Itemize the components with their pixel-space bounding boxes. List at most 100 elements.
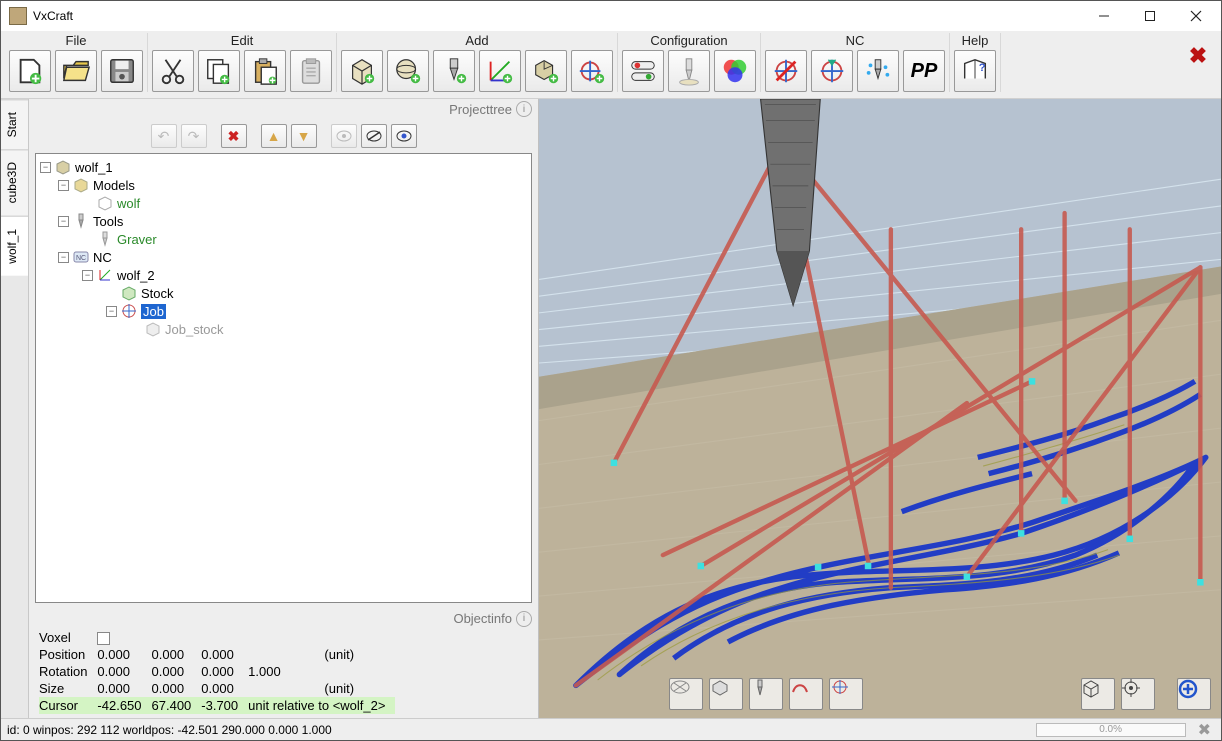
move-up-button[interactable]: ▲ — [261, 124, 287, 148]
nc-simulate-button[interactable] — [857, 50, 899, 92]
expand-toggle[interactable]: − — [82, 270, 93, 281]
paste-button[interactable] — [244, 50, 286, 92]
position-z: 0.000 — [201, 646, 248, 663]
nc-folder-icon: NC — [73, 249, 89, 265]
size-label: Size — [39, 680, 97, 697]
vshow-tool-button[interactable] — [749, 678, 783, 710]
visibility-show-button[interactable] — [391, 124, 417, 148]
move-down-button[interactable]: ▼ — [291, 124, 317, 148]
copy-button[interactable] — [198, 50, 240, 92]
cursor-x: -42.650 — [97, 697, 151, 714]
add-job-button[interactable] — [571, 50, 613, 92]
cursor-note: unit relative to <wolf_2> — [248, 697, 395, 714]
view-box-button[interactable] — [1081, 678, 1115, 710]
position-unit: (unit) — [324, 646, 395, 663]
position-x: 0.000 — [97, 646, 151, 663]
voxel-label: Voxel — [39, 629, 97, 646]
tree-toolbar: ↶ ↷ ✖ ▲ ▼ — [29, 119, 538, 153]
tree-model-wolf[interactable]: wolf — [117, 196, 140, 211]
size-unit: (unit) — [324, 680, 395, 697]
status-text: id: 0 winpos: 292 112 worldpos: -42.501 … — [7, 723, 332, 737]
settings-button[interactable] — [622, 50, 664, 92]
file-new-button[interactable] — [9, 50, 51, 92]
tree-tools-label[interactable]: Tools — [93, 214, 123, 229]
expand-toggle[interactable]: − — [58, 252, 69, 263]
undo-button[interactable]: ↶ — [151, 124, 177, 148]
vshow-path-button[interactable] — [789, 678, 823, 710]
vtab-cube3d[interactable]: cube3D — [1, 149, 28, 215]
tree-stock-label[interactable]: Stock — [141, 286, 174, 301]
jobstock-icon — [145, 321, 161, 337]
nc-target-add-button[interactable] — [811, 50, 853, 92]
cursor-z: -3.700 — [201, 697, 248, 714]
size-y: 0.000 — [152, 680, 202, 697]
tools-folder-icon — [73, 213, 89, 229]
add-box-button[interactable] — [341, 50, 383, 92]
add-axis-button[interactable] — [479, 50, 521, 92]
cut-button[interactable] — [152, 50, 194, 92]
cursor-label: Cursor — [39, 697, 97, 714]
viewport-toolbar — [669, 678, 1211, 710]
tree-nc-wolf2[interactable]: wolf_2 — [117, 268, 155, 283]
voxel-checkbox[interactable] — [97, 632, 110, 645]
status-close-button[interactable]: ✖ — [1194, 720, 1215, 740]
project-tree[interactable]: − wolf_1 − Models wolf − Tools — [35, 153, 532, 603]
job-icon — [121, 303, 137, 319]
tree-tool-graver[interactable]: Graver — [117, 232, 157, 247]
tree-root-label[interactable]: wolf_1 — [75, 160, 113, 175]
progress-value: 0.0% — [1099, 724, 1122, 735]
vshow-mesh-button[interactable] — [669, 678, 703, 710]
tree-models-label[interactable]: Models — [93, 178, 135, 193]
file-open-button[interactable] — [55, 50, 97, 92]
redo-button[interactable]: ↷ — [181, 124, 207, 148]
expand-toggle[interactable]: − — [106, 306, 117, 317]
vtab-start[interactable]: Start — [1, 99, 28, 149]
vtab-wolf1[interactable]: wolf_1 — [1, 216, 28, 276]
view-zoom-fit-button[interactable] — [1177, 678, 1211, 710]
delete-node-button[interactable]: ✖ — [221, 124, 247, 148]
app-icon — [9, 7, 27, 25]
visibility-ghost-button[interactable] — [331, 124, 357, 148]
help-button[interactable]: ? — [954, 50, 996, 92]
view-center-button[interactable] — [1121, 678, 1155, 710]
expand-toggle[interactable]: − — [58, 216, 69, 227]
window-minimize-button[interactable] — [1081, 1, 1127, 31]
progress-bar: 0.0% — [1036, 723, 1186, 737]
tool-library-button[interactable] — [668, 50, 710, 92]
size-x: 0.000 — [97, 680, 151, 697]
rotation-x: 0.000 — [97, 663, 151, 680]
add-stock-button[interactable] — [525, 50, 567, 92]
cursor-y: 67.400 — [152, 697, 202, 714]
projecttree-panel-label: Projecttree — [449, 102, 512, 117]
objectinfo-panel: Voxel Position 0.000 0.000 0.000 (unit) … — [29, 629, 538, 718]
file-save-button[interactable] — [101, 50, 143, 92]
window-maximize-button[interactable] — [1127, 1, 1173, 31]
expand-toggle[interactable]: − — [40, 162, 51, 173]
color-settings-button[interactable] — [714, 50, 756, 92]
viewport-3d[interactable] — [539, 99, 1221, 718]
info-icon[interactable]: i — [516, 611, 532, 627]
clipboard-button[interactable] — [290, 50, 332, 92]
tree-job-label[interactable]: Job — [141, 304, 166, 319]
add-tool-button[interactable] — [433, 50, 475, 92]
project-icon — [55, 159, 71, 175]
vshow-target-button[interactable] — [829, 678, 863, 710]
add-sphere-button[interactable] — [387, 50, 429, 92]
objectinfo-panel-label: Objectinfo — [453, 611, 512, 626]
position-label: Position — [39, 646, 97, 663]
info-icon[interactable]: i — [516, 101, 532, 117]
expand-toggle[interactable]: − — [58, 180, 69, 191]
tool-icon — [97, 231, 113, 247]
toolbar-group-edit-label: Edit — [152, 33, 332, 48]
nc-postprocess-button[interactable]: PP — [903, 50, 945, 92]
workspace-close-button[interactable]: ✖ — [1185, 43, 1211, 69]
toolbar-group-nc-label: NC — [765, 33, 945, 48]
vshow-solid-button[interactable] — [709, 678, 743, 710]
toolbar-group-help-label: Help — [954, 33, 996, 48]
nc-target-remove-button[interactable] — [765, 50, 807, 92]
rotation-w: 1.000 — [248, 663, 324, 680]
tree-nc-label[interactable]: NC — [93, 250, 112, 265]
window-close-button[interactable] — [1173, 1, 1219, 31]
tree-jobstock-label[interactable]: Job_stock — [165, 322, 224, 337]
visibility-hide-button[interactable] — [361, 124, 387, 148]
